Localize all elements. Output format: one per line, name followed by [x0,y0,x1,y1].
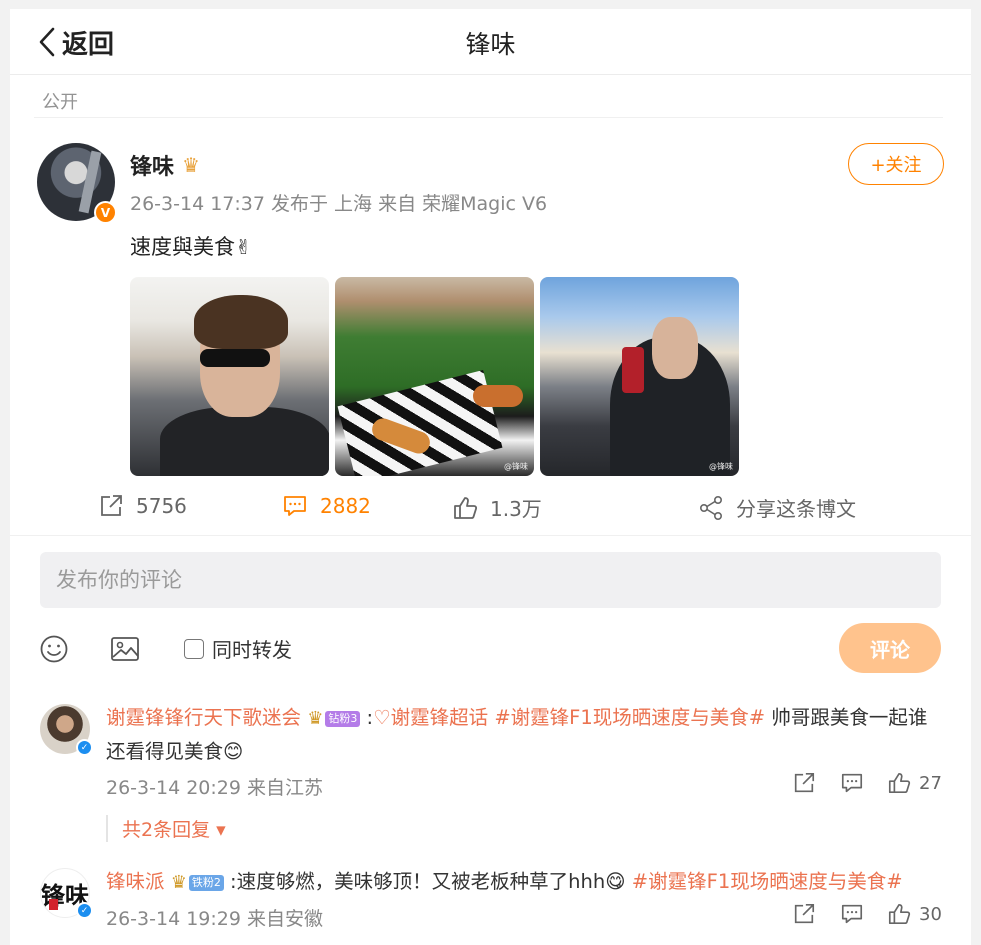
post-actions: 5756 2882 1.3万 分享这条博文 [10,487,971,533]
photo-detail [622,347,644,393]
comment-icon [284,496,306,516]
commenter-name[interactable]: 谢霆锋锋行天下歌迷会 [106,706,301,729]
post-photo-2[interactable]: @锋味 [335,277,534,476]
fan-badge: 铁粉2 [188,875,224,891]
share-label: 分享这条博文 [736,497,856,521]
comment-like-button[interactable]: 30 [887,902,942,926]
fan-badge: 钻粉3 [325,711,361,727]
verified-badge-icon: ✓ [76,902,93,919]
comment-text: 锋味派 ♛ 铁粉2 :速度够燃，美味够顶！又被老板种草了hhh😋 #谢霆锋F1现场… [106,870,903,893]
comment-like-count: 30 [919,903,942,925]
photo-watermark: @锋味 [504,462,528,471]
hashtag-link[interactable]: #谢霆锋F1现场晒速度与美食# [632,870,903,893]
like-button[interactable]: 1.3万 [452,493,542,522]
visibility-label: 公开 [42,92,78,113]
follow-button[interactable]: +关注 [848,143,944,185]
verified-badge-icon: V [94,201,117,224]
author-row: 锋味 ♛ [130,149,200,181]
avatar-seal [49,899,58,910]
repost-count: 5756 [136,494,187,518]
photo-detail [194,295,288,349]
comment-body: 速度够燃，美味够顶！又被老板种草了hhh [236,870,606,893]
comment-icon [841,904,863,924]
comment-reply-button[interactable] [840,771,864,795]
weibo-post-card: 返回 锋味 公开 V 锋味 ♛ 26-3-14 17:37 发布于 上海 来自 … [10,9,971,945]
share-button[interactable]: 分享这条博文 [698,493,856,522]
comment-count: 2882 [320,494,371,518]
verified-badge-icon: ✓ [76,739,93,756]
thumbs-up-icon [888,772,911,794]
repost-icon [101,495,122,516]
comment-meta: 26-3-14 19:29 来自安徽 [106,908,323,930]
post-text: 速度與美食✌ [130,231,252,261]
repost-icon [794,772,815,793]
divider [34,117,943,118]
comment-icon [841,773,863,793]
replies-label: 共2条回复 [122,819,211,841]
like-count: 1.3万 [490,497,542,521]
super-topic-link[interactable]: 谢霆锋超话 [391,706,489,729]
image-icon[interactable] [109,633,141,665]
share-icon [699,495,722,520]
smile-icon[interactable] [38,633,70,665]
smile-emoji-icon: 😊 [223,740,244,763]
comment-like-button[interactable]: 27 [887,771,942,795]
comment-input[interactable] [40,552,941,608]
yum-emoji-icon: 😋 [605,870,626,893]
comment-meta: 26-3-14 20:29 来自江苏 [106,777,323,799]
comment-button[interactable]: 2882 [282,493,371,519]
photo-detail [473,385,523,407]
thumbs-up-icon [888,903,911,925]
page-title: 锋味 [465,30,516,59]
comment-like-count: 27 [919,772,942,794]
comment-reply-button[interactable] [840,902,864,926]
submit-comment-button[interactable]: 评论 [839,623,941,673]
post-text-body: 速度與美食 [130,235,235,259]
photo-detail [160,407,329,476]
repost-button[interactable]: 5756 [98,493,187,519]
view-replies-link[interactable]: 共2条回复 ▾ [106,815,226,842]
repost-icon [794,903,815,924]
thumbs-up-icon [454,496,478,519]
divider [10,535,971,536]
commenter-name[interactable]: 锋味派 [106,870,165,893]
author-name[interactable]: 锋味 [130,149,174,181]
crown-icon: ♛ [182,153,200,177]
crown-icon: ♛ [307,708,324,729]
post-meta: 26-3-14 17:37 发布于 上海 来自 荣耀Magic V6 [130,193,548,215]
repost-checkbox-label: 同时转发 [212,638,292,662]
comment-repost-button[interactable] [792,902,816,926]
photo-detail [200,349,270,367]
diamond-icon: ♡ [373,706,391,729]
post-photo-1[interactable] [130,277,329,476]
caret-down-icon: ▾ [210,819,226,841]
repost-checkbox[interactable]: 同时转发 [184,634,292,663]
hashtag-link[interactable]: #谢霆锋F1现场晒速度与美食# [494,706,765,729]
comment-repost-button[interactable] [792,771,816,795]
crown-icon: ♛ [170,872,187,893]
victory-hand-icon: ✌ [235,235,252,259]
checkbox-icon[interactable] [184,638,204,659]
photo-watermark: @锋味 [709,462,733,471]
photo-detail [652,317,698,379]
comment-text: 谢霆锋锋行天下歌迷会 ♛ 钻粉3 :♡谢霆锋超话 #谢霆锋F1现场晒速度与美食# … [106,706,928,763]
top-bar: 返回 锋味 [10,9,971,75]
post-photo-3[interactable]: @锋味 [540,277,739,476]
